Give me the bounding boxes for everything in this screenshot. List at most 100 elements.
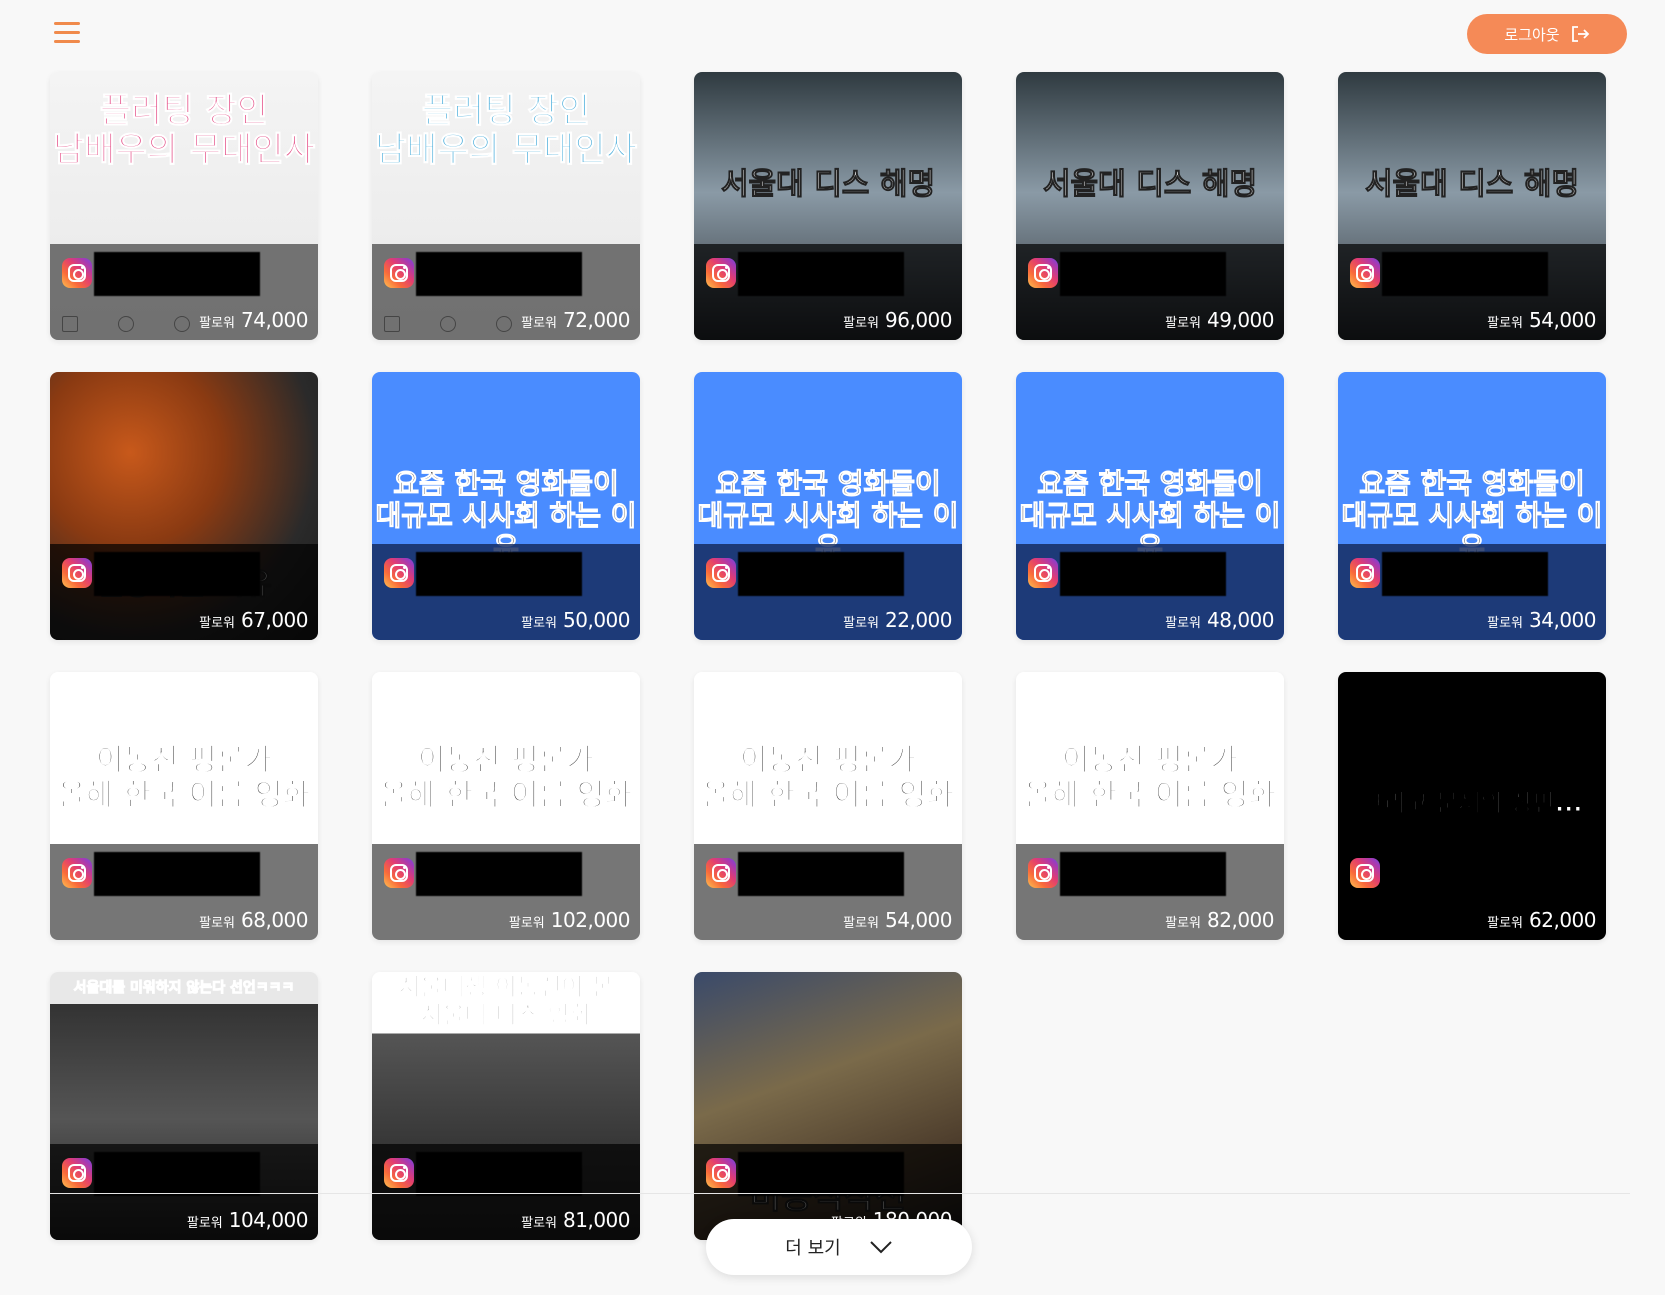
follower-count: 팔로워 54,000 (1487, 308, 1596, 332)
content-card[interactable]: 그리고 문제의 장면... 팔로워 62,000 (1338, 672, 1606, 940)
follower-label: 팔로워 (521, 616, 558, 631)
card-caption-line: 올해 한국 여름 영화 (57, 777, 311, 813)
card-caption-line: 요즘 한국 영화들이 (393, 467, 620, 500)
content-card[interactable]: 서울대 디스 해명팔로워 54,000 (1338, 72, 1606, 340)
account-name-redacted (94, 552, 260, 596)
account-name-redacted (416, 552, 582, 596)
follower-count: 팔로워 102,000 (509, 908, 631, 932)
follower-number: 62,000 (1529, 908, 1596, 932)
instagram-icon (706, 1158, 736, 1188)
follower-count: 팔로워 104,000 (186, 1208, 309, 1232)
instagram-icon (62, 258, 92, 288)
content-card[interactable]: 비공식작전팔로워180,000 (694, 972, 962, 1240)
logout-button[interactable]: 로그아웃 (1467, 14, 1627, 54)
card-info-overlay: 팔로워 49,000 (1016, 244, 1284, 340)
content-card[interactable]: 플러팅 장인 남배우의 무대인사팔로워 72,000 (372, 72, 640, 340)
follower-count: 팔로워 49,000 (1165, 308, 1274, 332)
card-actions (62, 316, 190, 332)
card-caption-line: 서울대 디스 해명 (1364, 167, 1580, 202)
card-caption: 그리고 문제의 장면... (1338, 789, 1606, 818)
follower-count: 팔로워 50,000 (521, 608, 630, 632)
card-info-overlay: 팔로워 81,000 (372, 1144, 640, 1240)
follower-count: 팔로워 74,000 (199, 308, 308, 332)
follower-number: 96,000 (885, 308, 952, 332)
content-card[interactable]: 요즘 한국 영화들이대규모 시사회 하는 이유팔로워50,000 (372, 372, 640, 640)
check-icon[interactable] (440, 316, 456, 332)
account-name-redacted (738, 252, 904, 296)
card-info-overlay: 팔로워 72,000 (372, 244, 640, 340)
load-more-button[interactable]: 더 보기 (706, 1219, 972, 1275)
card-info-overlay: 팔로워 48,000 (1016, 544, 1284, 640)
follower-count: 팔로워 22,000 (843, 608, 952, 632)
card-caption-line: 플러팅 장인 (421, 91, 591, 131)
content-card[interactable]: 열광하는 이유팔로워67,000 (50, 372, 318, 640)
follower-number: 74,000 (241, 308, 308, 332)
account-name-redacted (416, 852, 582, 896)
card-caption-line: 이동진 평론가 (1061, 743, 1239, 778)
account-name-redacted (738, 852, 904, 896)
logout-label: 로그아웃 (1504, 25, 1560, 44)
content-card[interactable]: 이동진 평론가 올해 한국 여름 영화팔로워 102,000 (372, 672, 640, 940)
card-info-overlay: 팔로워 62,000 (1338, 844, 1606, 940)
card-caption: 서울대 디스 해명 (1338, 167, 1606, 203)
load-more-label: 더 보기 (785, 1238, 841, 1259)
instagram-icon (1350, 858, 1380, 888)
content-card[interactable]: 요즘 한국 영화들이대규모 시사회 하는 이유팔로워22,000 (694, 372, 962, 640)
card-caption: 서울대를 미워하지 않는다 선언ㅋㅋㅋ (50, 979, 318, 996)
instagram-icon (1028, 558, 1058, 588)
card-caption-line: 올해 한국 여름 영화 (379, 777, 633, 813)
content-card[interactable]: 서울대생 이동진이 본 서울대 디스 영화 팔로워 81,000 (372, 972, 640, 1240)
account-name-redacted (94, 852, 260, 896)
follower-count: 팔로워 96,000 (843, 308, 952, 332)
content-card[interactable]: 플러팅 장인 남배우의 무대인사 팔로워 74,000 (50, 72, 318, 340)
content-card[interactable]: 요즘 한국 영화들이대규모 시사회 하는 이유팔로워34,000 (1338, 372, 1606, 640)
instagram-icon (706, 858, 736, 888)
instagram-icon (384, 1158, 414, 1188)
content-card[interactable]: 이동진 평론가 올해 한국 여름 영화팔로워 68,000 (50, 672, 318, 940)
instagram-icon (62, 558, 92, 588)
content-card[interactable]: 서울대 디스 해명 팔로워 49,000 (1016, 72, 1284, 340)
logout-icon (1571, 26, 1589, 42)
content-card[interactable]: 요즘 한국 영화들이대규모 시사회 하는 이유팔로워48,000 (1016, 372, 1284, 640)
follower-label: 팔로워 (199, 916, 236, 931)
account-name-redacted (738, 552, 904, 596)
instagram-icon (62, 1158, 92, 1188)
account-name-redacted (416, 252, 582, 296)
minus-icon[interactable] (496, 316, 512, 332)
follower-label: 팔로워 (186, 1216, 223, 1231)
header: 로그아웃 (0, 0, 1665, 70)
card-caption: 이동진 평론가 올해 한국 여름 영화 (1016, 743, 1284, 813)
content-card[interactable]: 서울대를 미워하지 않는다 선언ㅋㅋㅋ 팔로워 104,000 (50, 972, 318, 1240)
card-info-overlay: 팔로워 74,000 (50, 244, 318, 340)
account-name-redacted (738, 1152, 904, 1196)
card-caption-line: 올해 한국 여름 영화 (1023, 777, 1277, 813)
account-name-redacted (416, 1152, 582, 1196)
card-caption: 플러팅 장인 남배우의 무대인사 (372, 91, 640, 170)
check-icon[interactable] (118, 316, 134, 332)
account-name-redacted (1060, 552, 1226, 596)
follower-count: 팔로워 68,000 (199, 908, 308, 932)
follower-count: 팔로워 67,000 (199, 608, 308, 632)
trash-icon[interactable] (384, 316, 400, 332)
card-info-overlay: 팔로워 104,000 (50, 1144, 318, 1240)
menu-icon[interactable] (54, 22, 80, 44)
content-card[interactable]: 서울대 디스 해명 팔로워 96,000 (694, 72, 962, 340)
card-caption-line: 요즘 한국 영화들이 (715, 467, 942, 500)
trash-icon[interactable] (62, 316, 78, 332)
follower-count: 팔로워 81,000 (521, 1208, 630, 1232)
follower-count: 팔로워 54,000 (843, 908, 952, 932)
follower-number: 72,000 (563, 308, 630, 332)
card-info-overlay: 팔로워 96,000 (694, 244, 962, 340)
card-caption-line: 이동진 평론가 (95, 743, 273, 778)
follower-label: 팔로워 (199, 616, 236, 631)
content-card[interactable]: 이동진 평론가 올해 한국 여름 영화 팔로워 82,000 (1016, 672, 1284, 940)
account-name-redacted (94, 252, 260, 296)
card-caption-line: 서울대 디스 영화 (420, 1000, 592, 1029)
content-card[interactable]: 이동진 평론가 올해 한국 여름 영화 팔로워 54,000 (694, 672, 962, 940)
follower-count: 팔로워 72,000 (521, 308, 630, 332)
instagram-icon (62, 858, 92, 888)
card-caption-line: 플러팅 장인 (99, 91, 269, 131)
card-caption-line: 이동진 평론가 (417, 743, 595, 778)
minus-icon[interactable] (174, 316, 190, 332)
follower-label: 팔로워 (521, 316, 558, 331)
